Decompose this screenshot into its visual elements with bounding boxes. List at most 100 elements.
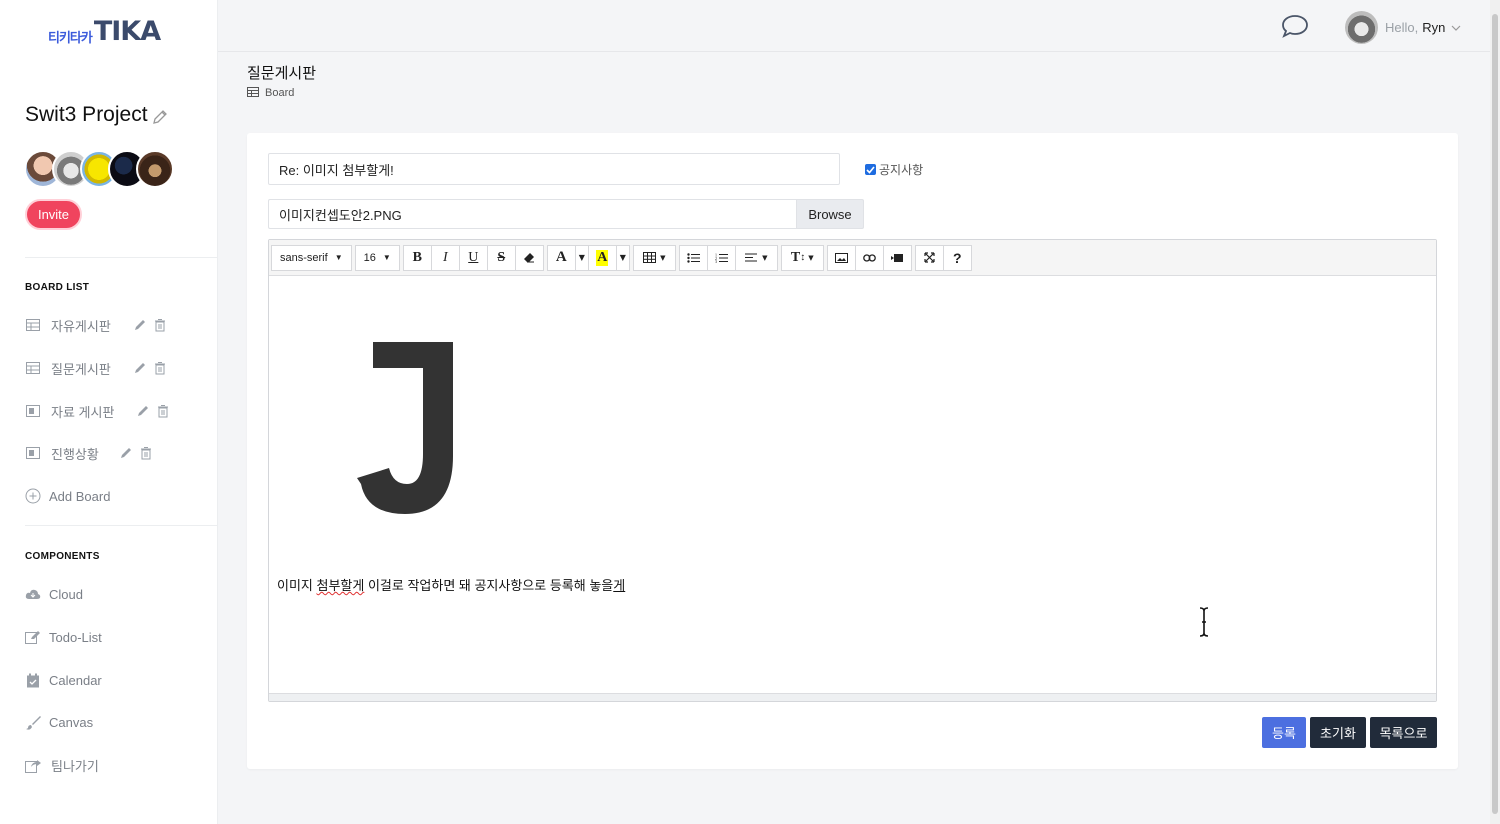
sidebar-item-label: Calendar <box>49 672 102 688</box>
reset-button[interactable]: 초기화 <box>1310 717 1366 748</box>
sidebar-item-board-4[interactable]: 진행상황 <box>25 443 153 463</box>
page-scrollbar[interactable] <box>1490 0 1500 824</box>
sidebar-item-label: 자료 게시판 <box>51 404 115 420</box>
help-icon[interactable]: ? <box>942 244 972 271</box>
edit-icon <box>25 629 41 645</box>
delete-board-icon[interactable] <box>139 446 153 460</box>
strikethrough-button[interactable]: S <box>486 244 516 271</box>
scrollbar-thumb[interactable] <box>1492 14 1498 814</box>
invite-button[interactable]: Invite <box>25 199 82 230</box>
font-family-select[interactable]: sans-serif ▼ <box>271 244 352 271</box>
file-upload: 이미지컨셉도안2.PNG Browse <box>268 199 864 229</box>
page-title: 질문게시판 <box>247 65 317 82</box>
sidebar-item-label: 팀나가기 <box>51 758 99 774</box>
table-insert-icon[interactable]: ▼ <box>632 244 676 271</box>
font-color-button[interactable]: A <box>546 244 576 271</box>
delete-board-icon[interactable] <box>156 404 170 418</box>
bold-button[interactable]: B <box>402 244 432 271</box>
font-color-dropdown[interactable]: ▼ <box>574 244 589 271</box>
breadcrumb-label: Board <box>265 87 295 99</box>
text-cursor-icon <box>1199 607 1209 637</box>
video-insert-icon[interactable] <box>882 244 912 271</box>
app-logo[interactable]: 티키타카 TIKA <box>48 16 161 47</box>
chat-icon[interactable] <box>1281 14 1309 38</box>
fullscreen-icon[interactable] <box>914 244 944 271</box>
sidebar-item-cloud[interactable]: Cloud <box>25 584 83 604</box>
back-to-list-button[interactable]: 목록으로 <box>1370 717 1437 748</box>
username: Ryn <box>1422 20 1446 35</box>
line-height-icon[interactable]: T ↕ ▼ <box>780 244 824 271</box>
checkbox-checked-icon[interactable] <box>865 164 876 175</box>
sidebar-item-board-1[interactable]: 자유게시판 <box>25 315 167 335</box>
components-title: COMPONENTS <box>25 551 100 562</box>
font-size-value: 16 <box>363 251 376 264</box>
font-family-value: sans-serif <box>280 251 328 264</box>
divider <box>25 257 218 258</box>
sidebar-item-label: Cloud <box>49 586 83 602</box>
chevron-down-icon <box>1451 19 1461 37</box>
sidebar-item-calendar[interactable]: Calendar <box>25 670 102 690</box>
unordered-list-icon[interactable] <box>678 244 708 271</box>
edit-board-icon[interactable] <box>119 446 133 460</box>
sidebar: 티키타카 TIKA Swit3 Project Invite BOARD LIS… <box>0 0 218 824</box>
editor-resize-bar[interactable] <box>269 693 1436 701</box>
editor-toolbar: sans-serif ▼ 16 ▼ B I U S A ▼ A ▼ ▼ 123 ▼ <box>269 240 1436 276</box>
browse-button[interactable]: Browse <box>796 199 864 229</box>
table-icon <box>247 87 259 99</box>
logo-english: TIKA <box>93 16 161 47</box>
cursor-word: 게 <box>613 578 626 593</box>
title-input[interactable] <box>268 153 840 185</box>
notice-checkbox[interactable]: 공지사항 <box>865 161 923 178</box>
board-icon <box>25 403 41 419</box>
edit-board-icon[interactable] <box>133 361 147 375</box>
font-size-select[interactable]: 16 ▼ <box>354 244 400 271</box>
user-menu[interactable]: Hello, Ryn <box>1345 11 1461 44</box>
image-insert-icon[interactable] <box>826 244 856 271</box>
sidebar-item-label: 진행상황 <box>51 446 99 462</box>
file-name-field[interactable]: 이미지컨셉도안2.PNG <box>268 199 796 229</box>
avatar[interactable] <box>136 150 174 188</box>
rich-text-editor: sans-serif ▼ 16 ▼ B I U S A ▼ A ▼ ▼ 123 ▼ <box>268 239 1437 702</box>
board-list-title: BOARD LIST <box>25 282 90 293</box>
sidebar-item-todo-list[interactable]: Todo-List <box>25 627 102 647</box>
edit-board-icon[interactable] <box>133 318 147 332</box>
add-board-label: Add Board <box>49 488 111 504</box>
add-board-button[interactable]: Add Board <box>25 486 110 506</box>
highlight-color-button[interactable]: A <box>587 244 617 271</box>
edit-board-icon[interactable] <box>136 404 150 418</box>
avatar <box>1345 11 1378 44</box>
submit-button[interactable]: 등록 <box>1262 717 1306 748</box>
divider <box>25 525 218 526</box>
italic-button[interactable]: I <box>430 244 460 271</box>
body-text-part: 이미지 <box>277 578 317 593</box>
align-icon[interactable]: ▼ <box>734 244 778 271</box>
project-title: Swit3 Project <box>25 103 168 127</box>
post-body-text: 이미지 첨부할게 이걸로 작업하면 돼 공지사항으로 등록해 놓을게 <box>277 575 625 594</box>
eraser-icon[interactable] <box>514 244 544 271</box>
edit-project-icon[interactable] <box>152 107 168 124</box>
sidebar-item-leave-team[interactable]: 팀나가기 <box>25 755 99 775</box>
sidebar-item-board-3[interactable]: 자료 게시판 <box>25 401 170 421</box>
delete-board-icon[interactable] <box>153 318 167 332</box>
post-form-card: 공지사항 이미지컨셉도안2.PNG Browse sans-serif▼ 16▼… <box>247 133 1458 769</box>
board-icon <box>25 445 41 461</box>
body-text-part: 이걸로 작업하면 돼 공지사항으로 등록해 놓을 <box>364 578 614 593</box>
sidebar-item-board-2[interactable]: 질문게시판 <box>25 358 167 378</box>
notice-label: 공지사항 <box>879 163 924 177</box>
brush-icon <box>25 714 41 730</box>
link-icon[interactable] <box>854 244 884 271</box>
greeting-text: Hello, <box>1385 20 1419 35</box>
ordered-list-icon[interactable]: 123 <box>706 244 736 271</box>
highlight-color-dropdown[interactable]: ▼ <box>615 244 630 271</box>
sidebar-item-canvas[interactable]: Canvas <box>25 712 93 732</box>
logo-korean: 티키타카 <box>48 31 93 46</box>
svg-text:3: 3 <box>715 259 717 263</box>
cloud-icon <box>25 586 41 602</box>
inserted-image[interactable] <box>357 342 457 516</box>
spellcheck-word: 첨부할게 <box>316 578 365 593</box>
underline-button[interactable]: U <box>458 244 488 271</box>
editor-content[interactable]: 이미지 첨부할게 이걸로 작업하면 돼 공지사항으로 등록해 놓을게 <box>269 276 1436 695</box>
table-icon <box>25 317 41 333</box>
plus-circle-icon <box>25 488 41 504</box>
delete-board-icon[interactable] <box>153 361 167 375</box>
